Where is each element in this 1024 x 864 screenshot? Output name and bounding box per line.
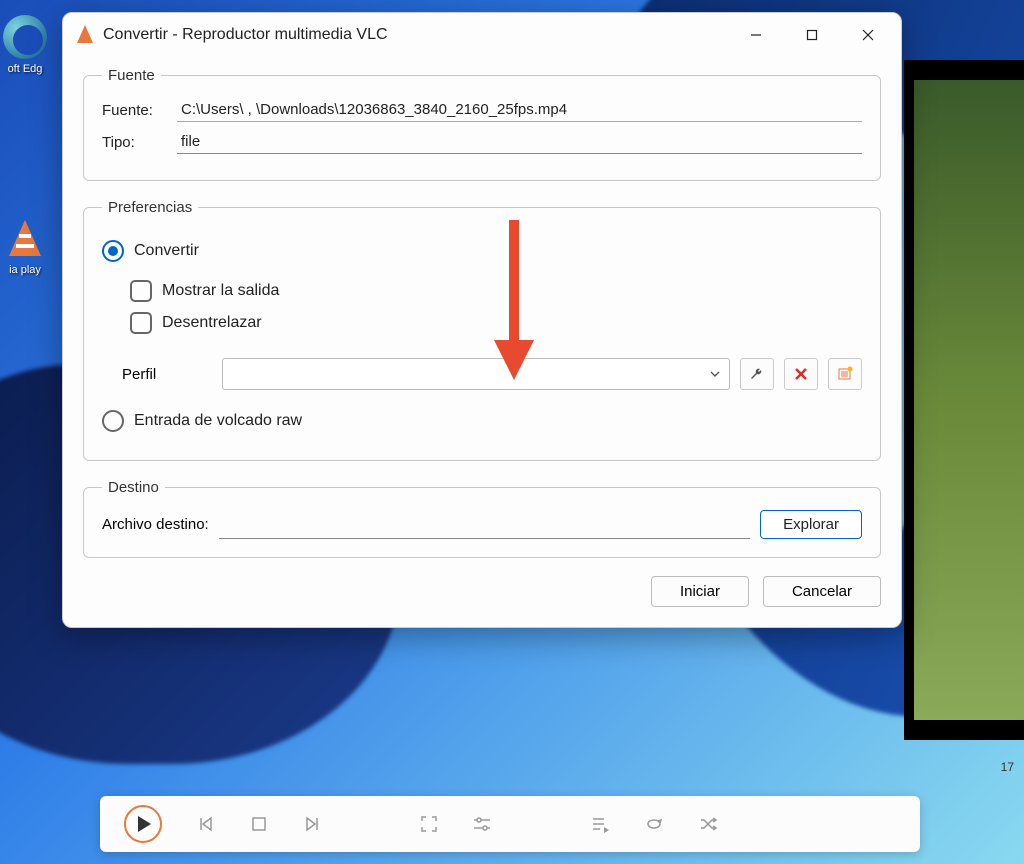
vlc-cone-icon [75,25,95,45]
deinterlace-label: Desentrelazar [162,314,262,332]
maximize-button[interactable] [797,20,827,50]
source-fieldset: Fuente Fuente: C:\Users\ , \Downloads\12… [83,67,881,181]
convert-dialog: Convertir - Reproductor multimedia VLC F… [62,12,902,628]
prefs-legend: Preferencias [102,199,198,216]
dest-fieldset: Destino Archivo destino: Explorar [83,479,881,558]
vlc-cone-icon [5,220,45,260]
profile-label: Perfil [122,366,212,383]
source-label: Fuente: [102,102,177,119]
wrench-icon [749,366,765,382]
stop-button[interactable] [250,815,268,833]
desktop-icon-label: ia play [0,264,55,276]
edge-logo-icon [3,15,47,59]
play-button[interactable] [124,805,162,843]
edit-profile-button[interactable] [740,358,774,390]
convert-label: Convertir [134,242,199,260]
checkbox-icon [130,280,152,302]
convert-radio[interactable]: Convertir [102,240,862,262]
dest-label: Archivo destino: [102,516,209,533]
prefs-fieldset: Preferencias Convertir Mostrar la salida… [83,199,881,461]
source-path[interactable]: C:\Users\ , \Downloads\12036863_3840_216… [177,98,862,122]
play-icon [138,816,151,832]
loop-button[interactable] [644,815,664,833]
desktop-icon-edge[interactable]: oft Edg [0,15,55,75]
fullscreen-button[interactable] [420,815,438,833]
profile-dropdown[interactable] [222,358,730,390]
video-frame [914,80,1024,720]
window-title: Convertir - Reproductor multimedia VLC [103,26,741,44]
shuffle-button[interactable] [698,815,718,833]
chevron-down-icon [709,368,721,380]
cancel-button[interactable]: Cancelar [763,576,881,607]
deinterlace-checkbox[interactable]: Desentrelazar [130,312,862,334]
checkbox-icon [130,312,152,334]
radio-icon [102,410,124,432]
x-icon [794,367,808,381]
desktop-icon-label: oft Edg [0,63,55,75]
next-button[interactable] [302,814,322,834]
raw-dump-label: Entrada de volcado raw [134,412,302,430]
show-output-label: Mostrar la salida [162,282,279,300]
raw-dump-radio[interactable]: Entrada de volcado raw [102,410,862,432]
close-button[interactable] [853,20,883,50]
type-value: file [177,130,862,154]
new-list-icon [837,366,853,382]
show-output-checkbox[interactable]: Mostrar la salida [130,280,862,302]
playlist-button[interactable] [590,815,610,833]
minimize-button[interactable] [741,20,771,50]
desktop-icon-vlc[interactable]: ia play [0,220,55,276]
settings-button[interactable] [472,815,492,833]
radio-icon [102,240,124,262]
type-label: Tipo: [102,134,177,151]
browse-button[interactable]: Explorar [760,510,862,539]
video-duration: 17 [1001,760,1014,774]
start-button[interactable]: Iniciar [651,576,749,607]
player-controls [100,796,920,852]
new-profile-button[interactable] [828,358,862,390]
dest-legend: Destino [102,479,165,496]
previous-button[interactable] [196,814,216,834]
titlebar: Convertir - Reproductor multimedia VLC [63,13,901,57]
dest-input[interactable] [219,511,750,539]
source-legend: Fuente [102,67,161,84]
delete-profile-button[interactable] [784,358,818,390]
